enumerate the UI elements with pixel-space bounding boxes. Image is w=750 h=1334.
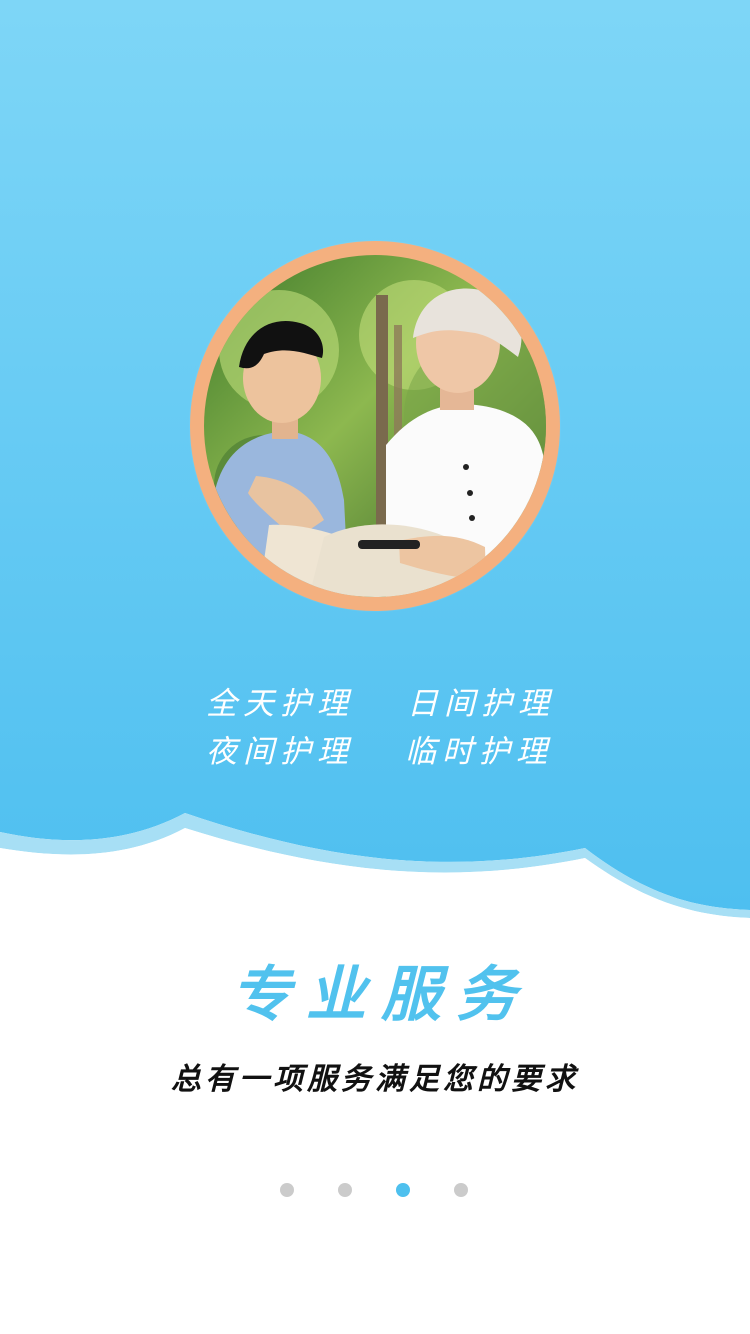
pagination-dot[interactable] — [280, 1183, 294, 1197]
pagination-dots — [0, 1183, 750, 1199]
service-item-full-day: 全天护理 — [206, 686, 354, 722]
page-title: 专业服务 — [231, 960, 531, 1030]
hero-banner: 全天护理 日间护理 夜间护理 临时护理 — [0, 0, 750, 960]
service-item-day: 日间护理 — [407, 686, 555, 722]
pagination-dot[interactable] — [454, 1183, 468, 1197]
service-item-temporary: 临时护理 — [405, 734, 553, 770]
photo-ring — [190, 241, 560, 611]
caregiver-photo — [204, 255, 546, 597]
onboarding-screen: 全天护理 日间护理 夜间护理 临时护理 专业服务 总有一项服务满足您的要求 — [0, 0, 750, 1334]
service-list: 全天护理 日间护理 夜间护理 临时护理 — [0, 680, 750, 780]
service-item-night: 夜间护理 — [206, 734, 354, 770]
page-subtitle: 总有一项服务满足您的要求 — [171, 1062, 579, 1097]
pagination-dot[interactable] — [338, 1183, 352, 1197]
pagination-dot[interactable] — [396, 1183, 410, 1197]
